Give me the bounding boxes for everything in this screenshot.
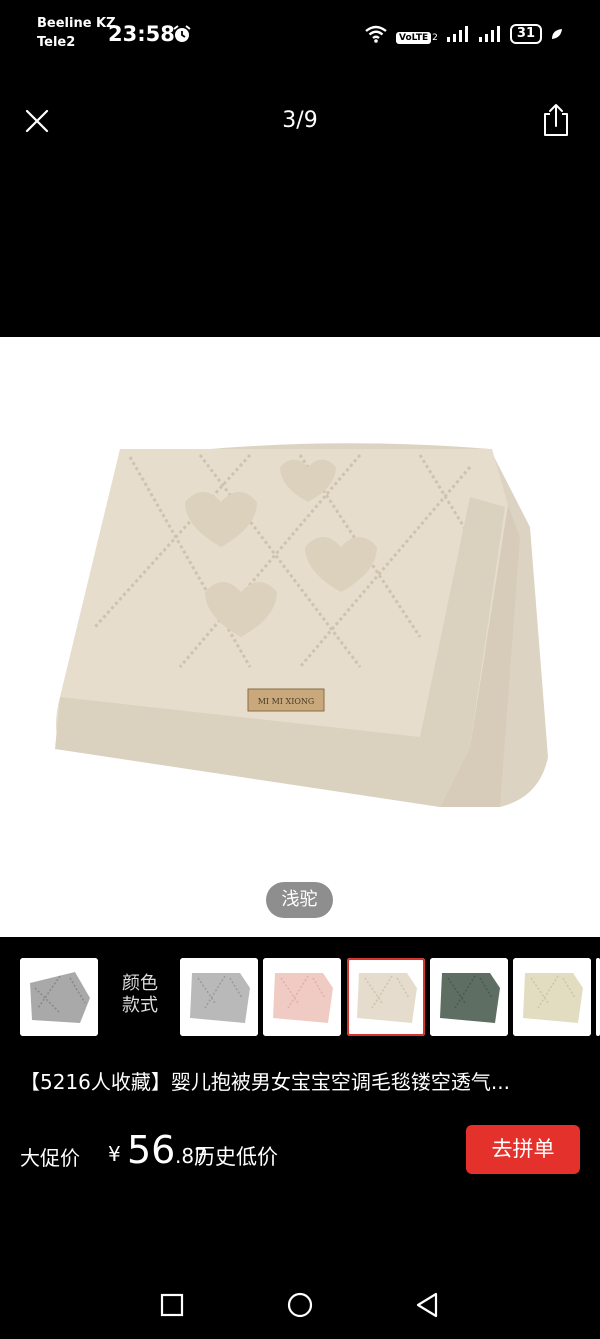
price-integer: 56 xyxy=(127,1128,176,1172)
variant-selector: 颜色 款式 xyxy=(0,957,600,1039)
thumbnail-image xyxy=(180,958,258,1036)
status-bar: Beeline KZ Tele2 23:58 VoLTE 2 31 xyxy=(0,0,600,68)
product-title[interactable]: 【5216人收藏】婴儿抱被男女宝宝空调毛毯镂空透气... xyxy=(20,1067,582,1097)
variant-thumbnail[interactable] xyxy=(596,958,600,1036)
back-icon[interactable] xyxy=(412,1290,442,1320)
thumbnail-image xyxy=(20,958,98,1036)
signal-icon xyxy=(478,26,500,42)
thumbnail-image xyxy=(263,958,341,1036)
group-buy-button[interactable]: 去拼单 xyxy=(466,1125,580,1174)
wifi-icon xyxy=(365,25,387,43)
svg-text:MI MI XIONG: MI MI XIONG xyxy=(258,697,315,706)
color-name-badge: 浅驼 xyxy=(266,882,333,918)
carrier-name-primary: Beeline KZ xyxy=(37,16,116,31)
share-icon[interactable] xyxy=(540,102,572,138)
price-label: 大促价 xyxy=(20,1146,80,1170)
currency-symbol: ¥ xyxy=(108,1142,121,1166)
variant-thumbnail[interactable] xyxy=(430,958,508,1036)
product-image[interactable]: MI MI XIONG xyxy=(0,337,600,937)
thumbnail-image xyxy=(347,958,425,1036)
thumbnail-image xyxy=(513,958,591,1036)
status-time: 23:58 xyxy=(108,22,175,46)
blanket-photo: MI MI XIONG xyxy=(55,443,548,807)
volte-badge: VoLTE 2 xyxy=(395,25,438,44)
charging-icon xyxy=(552,29,562,39)
recent-apps-icon[interactable] xyxy=(157,1290,187,1320)
home-icon[interactable] xyxy=(285,1290,315,1320)
main-thumbnail[interactable] xyxy=(20,958,98,1036)
signal-icon xyxy=(446,26,468,42)
variant-thumbnail[interactable] xyxy=(263,958,341,1036)
price-note: 历史低价 xyxy=(194,1145,278,1169)
image-counter: 3/9 xyxy=(282,108,318,133)
variant-thumbnail-selected[interactable] xyxy=(347,958,425,1036)
price-row: 大促价 ¥ 56 .87 历史低价 xyxy=(20,1128,440,1178)
status-icons: VoLTE 2 31 xyxy=(364,22,564,46)
battery-level: 31 xyxy=(509,24,542,44)
thumbnail-image xyxy=(430,958,508,1036)
variant-thumbnail[interactable] xyxy=(513,958,591,1036)
viewer-header: 3/9 xyxy=(0,90,600,154)
carrier-name-secondary: Tele2 xyxy=(37,35,76,50)
variant-label[interactable]: 颜色 款式 xyxy=(112,973,168,1017)
variant-thumbnail[interactable] xyxy=(180,958,258,1036)
alarm-icon xyxy=(173,25,191,42)
system-navigation xyxy=(0,1270,600,1339)
